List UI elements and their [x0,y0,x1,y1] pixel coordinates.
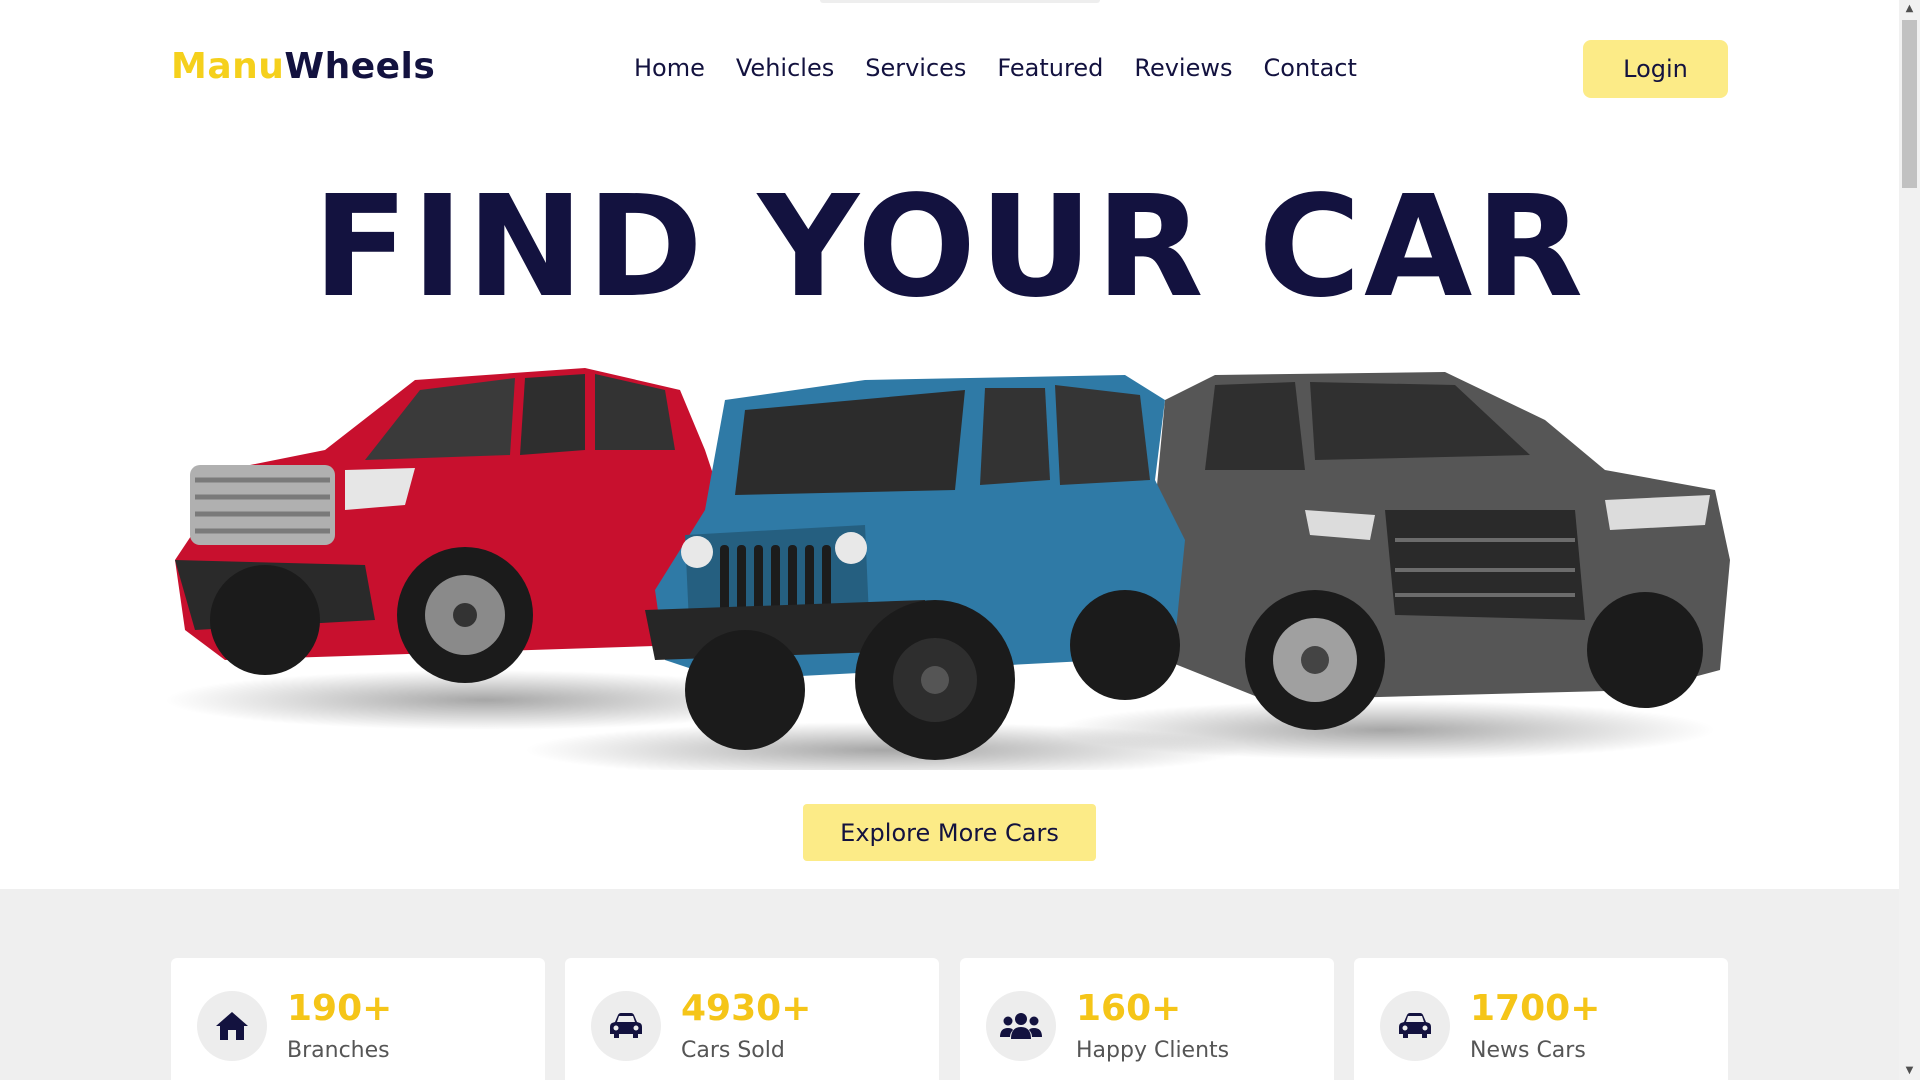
car-icon [591,991,661,1061]
explore-more-cars-button[interactable]: Explore More Cars [803,804,1096,861]
stat-label: Branches [287,1038,390,1063]
blue-jeep-image [645,375,1185,760]
stat-card-news-cars: 1700+ News Cars [1354,958,1728,1080]
nav-vehicles[interactable]: Vehicles [736,54,834,82]
stat-label: News Cars [1470,1038,1586,1063]
nav-home[interactable]: Home [634,54,705,82]
stat-card-branches: 190+ Branches [171,958,545,1080]
hero-title: FIND YOUR CAR [312,166,1587,329]
vertical-scrollbar[interactable]: ▲ ▼ [1899,0,1920,1080]
main-nav: Home Vehicles Services Featured Reviews … [634,54,1357,82]
scroll-down-arrow-icon[interactable]: ▼ [1899,1062,1920,1080]
brand-logo[interactable]: ManuWheels [171,46,435,87]
top-shadow [820,0,1100,3]
brand-logo-part2: Wheels [284,46,436,87]
hero-cars-image [165,368,1730,770]
users-icon [986,991,1056,1061]
gray-suv-image [1150,372,1730,730]
stat-value: 4930+ [681,988,812,1029]
red-truck-image [175,368,725,683]
scroll-up-arrow-icon[interactable]: ▲ [1899,0,1920,18]
stat-value: 160+ [1076,988,1182,1029]
login-button[interactable]: Login [1583,40,1728,98]
nav-services[interactable]: Services [865,54,966,82]
nav-reviews[interactable]: Reviews [1134,54,1232,82]
page: ManuWheels Home Vehicles Services Featur… [0,0,1899,1080]
stat-label: Cars Sold [681,1038,785,1063]
stats-section: 190+ Branches 4930+ Cars Sold 160+ Happy… [0,889,1899,1080]
nav-featured[interactable]: Featured [997,54,1103,82]
car-icon [1380,991,1450,1061]
scrollbar-thumb[interactable] [1902,20,1917,188]
stat-card-happy-clients: 160+ Happy Clients [960,958,1334,1080]
stat-label: Happy Clients [1076,1038,1230,1063]
home-icon [197,991,267,1061]
stat-card-cars-sold: 4930+ Cars Sold [565,958,939,1080]
nav-contact[interactable]: Contact [1264,54,1357,82]
stat-value: 190+ [287,988,393,1029]
site-header: ManuWheels Home Vehicles Services Featur… [171,40,1728,100]
stat-value: 1700+ [1470,988,1601,1029]
brand-logo-part1: Manu [171,46,285,87]
